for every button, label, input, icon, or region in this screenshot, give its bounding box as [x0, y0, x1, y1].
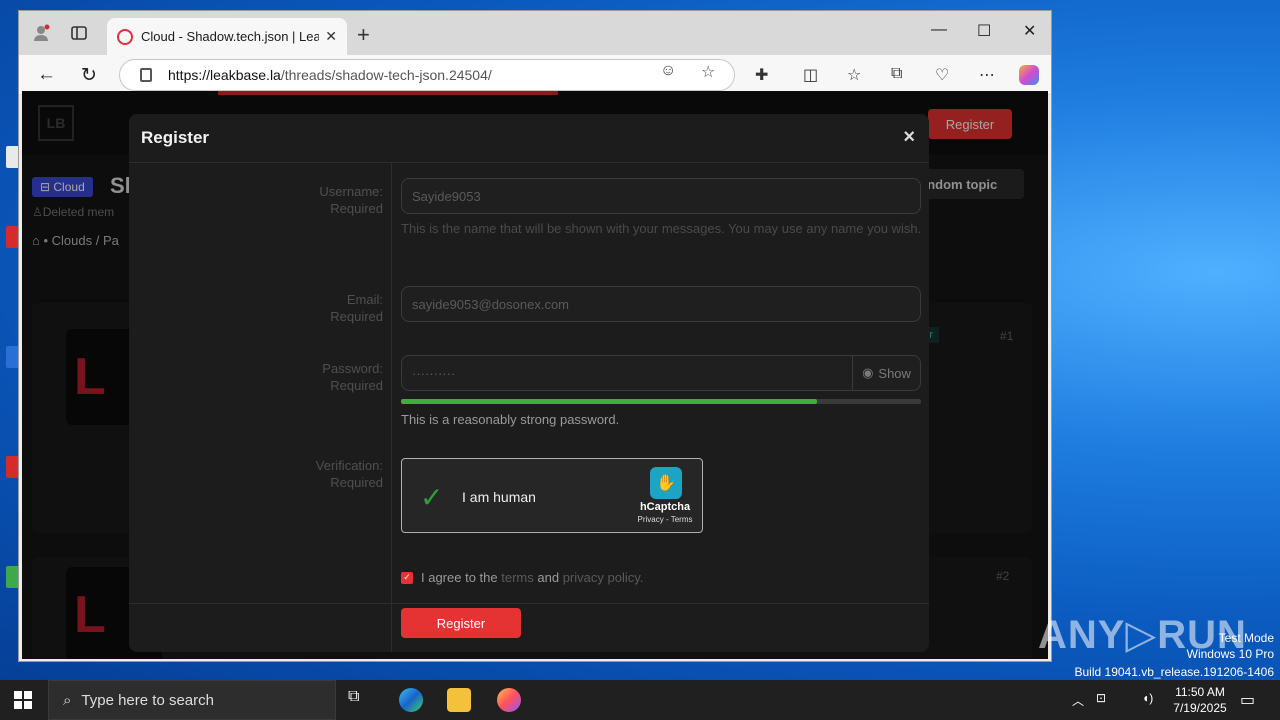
search-icon: ⌕ — [63, 691, 72, 709]
checkmark-icon: ✓ — [420, 482, 444, 513]
reader-icon[interactable]: ☺ — [660, 62, 676, 80]
favorites-icon[interactable]: ☆ — [847, 65, 861, 85]
url-input[interactable]: https://leakbase.la/threads/shadow-tech-… — [119, 59, 735, 91]
performance-icon[interactable]: ♡ — [935, 65, 949, 85]
label-column: Username: Required Email: Required Passwor… — [129, 163, 392, 603]
register-modal: Register × Username: Required Email: Requi… — [129, 114, 929, 652]
copilot-icon[interactable] — [1019, 65, 1039, 85]
captcha-label: I am human — [462, 489, 536, 505]
agree-text: I agree to the terms and privacy policy. — [421, 570, 644, 585]
agree-row: ✓ I agree to the terms and privacy polic… — [401, 570, 643, 585]
modal-header: Register × — [129, 114, 929, 163]
browser-window: Cloud - Shadow.tech.json | LeakBa ✕ + — … — [18, 10, 1052, 662]
show-label: Show — [878, 365, 911, 381]
eye-icon: ◉ — [862, 365, 874, 380]
password-field[interactable]: ·········· ◉ Show — [401, 355, 921, 391]
modal-title: Register — [141, 128, 210, 147]
profile-icon[interactable] — [31, 23, 51, 43]
network-icon[interactable]: ⊡ — [1096, 691, 1106, 705]
hcaptcha-logo-icon: ✋ — [650, 467, 682, 499]
collections-icon[interactable]: ⧉ — [891, 65, 902, 83]
password-strength-text: This is a reasonably strong password. — [401, 412, 620, 427]
build-text: Build 19041.vb_release.191206-1406 — [1074, 665, 1275, 679]
taskbar: ⌕ Type here to search ⧉ ︿ ⊡ ◖) 11:50 AM … — [0, 680, 1280, 720]
hcaptcha-brand: hCaptcha — [639, 501, 691, 513]
tab-actions-icon[interactable] — [69, 23, 89, 43]
more-menu-icon[interactable]: ⋯ — [979, 65, 995, 85]
taskbar-search[interactable]: ⌕ Type here to search — [48, 680, 336, 720]
terms-link[interactable]: terms — [501, 570, 534, 585]
volume-icon[interactable]: ◖) — [1142, 691, 1153, 705]
hcaptcha-links[interactable]: Privacy - Terms — [632, 515, 698, 524]
tray-chevron-icon[interactable]: ︿ — [1072, 692, 1084, 709]
close-window-icon[interactable]: ✕ — [1023, 21, 1036, 41]
password-strength-fill — [401, 399, 817, 404]
back-icon[interactable]: ← — [37, 64, 56, 86]
register-submit-button[interactable]: Register — [401, 608, 521, 638]
password-value: ·········· — [412, 365, 456, 381]
tab-title: Cloud - Shadow.tech.json | LeakBa — [141, 29, 320, 44]
split-screen-icon[interactable]: ◫ — [803, 65, 818, 85]
register-form: Username: Required Email: Required Passwor… — [129, 163, 929, 603]
minimize-icon[interactable]: — — [931, 21, 947, 39]
privacy-link[interactable]: privacy policy. — [563, 570, 644, 585]
test-mode-text: Test Mode — [1218, 631, 1274, 645]
username-label: Username: Required — [319, 184, 383, 216]
search-placeholder: Type here to search — [81, 691, 214, 709]
new-tab-icon[interactable]: + — [357, 22, 370, 48]
refresh-icon[interactable]: ↻ — [81, 64, 97, 87]
show-password-button[interactable]: ◉ Show — [852, 356, 920, 390]
lock-icon — [140, 68, 152, 82]
modal-footer: Register — [129, 603, 929, 652]
agree-checkbox[interactable]: ✓ — [401, 571, 413, 584]
tab-close-icon[interactable]: ✕ — [325, 28, 337, 45]
file-explorer-icon[interactable] — [447, 688, 471, 712]
task-view-icon[interactable]: ⧉ — [348, 688, 372, 712]
hcaptcha-widget[interactable]: ✓ I am human ✋ hCaptcha Privacy - Terms — [401, 458, 703, 533]
close-icon[interactable]: × — [903, 126, 915, 149]
tab-bar: Cloud - Shadow.tech.json | LeakBa ✕ + — … — [19, 11, 1051, 55]
password-strength-meter — [401, 399, 921, 404]
maximize-icon[interactable]: ☐ — [977, 21, 991, 41]
address-bar-row: ← ↻ https://leakbase.la/threads/shadow-t… — [19, 55, 1051, 95]
tab-active[interactable]: Cloud - Shadow.tech.json | LeakBa ✕ — [107, 18, 347, 55]
site-favicon-icon — [117, 28, 133, 45]
firefox-icon[interactable] — [497, 688, 521, 712]
verification-label: Verification: Required — [315, 458, 383, 490]
email-label: Email: Required — [330, 292, 383, 324]
username-hint: This is the name that will be shown with… — [401, 221, 922, 236]
page-viewport: LB Register ⊟ Cloud Sl ♙Deleted mem ⌂ • … — [22, 91, 1048, 659]
password-label: Password: Required — [322, 361, 383, 393]
username-field[interactable]: Sayide9053 — [401, 178, 921, 214]
edge-icon[interactable] — [399, 688, 423, 712]
notifications-icon[interactable]: ▭ — [1240, 690, 1255, 710]
footer-label-column — [129, 604, 392, 652]
favorite-star-icon[interactable]: ☆ — [701, 62, 715, 82]
start-button[interactable] — [14, 691, 32, 709]
clock[interactable]: 11:50 AM 7/19/2025 — [1160, 684, 1240, 716]
windows-edition-text: Windows 10 Pro — [1186, 647, 1274, 661]
email-field[interactable]: sayide9053@dosonex.com — [401, 286, 921, 322]
extensions-icon[interactable]: ✚ — [755, 65, 768, 85]
url-text: https://leakbase.la/threads/shadow-tech-… — [168, 67, 492, 83]
